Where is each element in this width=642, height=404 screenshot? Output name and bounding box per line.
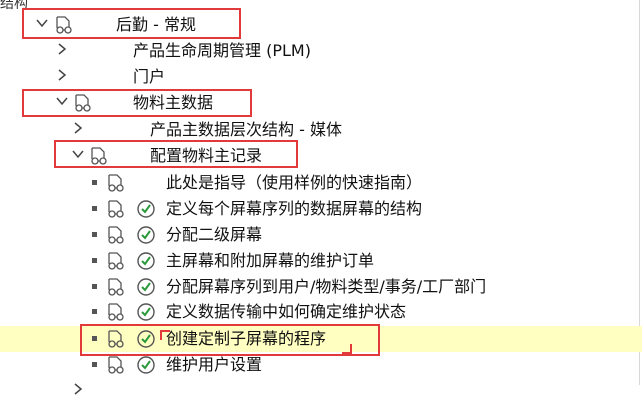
- bullet-icon: [92, 284, 97, 289]
- bullet-icon: [92, 258, 97, 263]
- chevron-right-icon[interactable]: [56, 43, 68, 57]
- chevron-right-icon[interactable]: [72, 383, 84, 397]
- execute-check-icon[interactable]: [136, 199, 156, 219]
- selection-corner-mark: [160, 330, 170, 340]
- tree-node-label: 门户: [133, 67, 166, 86]
- execute-check-icon[interactable]: [136, 277, 156, 297]
- bullet-icon: [92, 232, 97, 237]
- tree-node-label: 维护用户设置: [166, 355, 263, 374]
- document-glasses-icon: [108, 252, 124, 270]
- tree-leaf-assign-secondary-screen[interactable]: 分配二级屏幕: [0, 222, 642, 248]
- document-glasses-icon: [108, 226, 124, 244]
- document-glasses-icon: [108, 303, 124, 321]
- bullet-icon: [92, 309, 97, 314]
- document-glasses-icon: [108, 356, 124, 374]
- document-glasses-icon: [108, 200, 124, 218]
- tree-leaf-maintain-screen-order[interactable]: 主屏幕和附加屏幕的维护订单: [0, 248, 642, 274]
- tree-node-label: 定义数据传输中如何确定维护状态: [166, 302, 407, 321]
- execute-check-icon[interactable]: [136, 355, 156, 375]
- selection-corner-mark: [342, 344, 352, 354]
- tree-node-label: 分配二级屏幕: [166, 225, 263, 244]
- execute-check-icon[interactable]: [136, 225, 156, 245]
- annotation-box: [22, 89, 252, 117]
- document-glasses-icon: [108, 278, 124, 296]
- bullet-icon: [92, 206, 97, 211]
- annotation-box: [54, 140, 298, 168]
- panel-header: 结构: [0, 0, 28, 12]
- bullet-icon: [92, 362, 97, 367]
- tree-leaf-guide[interactable]: 此处是指导（使用样例的快速指南）: [0, 170, 642, 196]
- tree-node-label: 定义每个屏幕序列的数据屏幕的结构: [166, 199, 423, 218]
- document-glasses-icon: [108, 174, 124, 192]
- bullet-icon: [92, 180, 97, 185]
- tree-node-label: 产品主数据层次结构 - 媒体: [150, 120, 342, 139]
- execute-check-icon[interactable]: [136, 251, 156, 271]
- tree-node-plm[interactable]: 产品生命周期管理 (PLM): [0, 38, 642, 64]
- tree-node-label: 主屏幕和附加屏幕的维护订单: [166, 251, 375, 270]
- chevron-right-icon[interactable]: [56, 69, 68, 83]
- tree-node-partial[interactable]: [0, 378, 642, 404]
- annotation-box: [22, 8, 241, 39]
- annotation-box: [80, 324, 380, 356]
- tree-node-label: 此处是指导（使用样例的快速指南）: [166, 173, 423, 192]
- tree-leaf-assign-screen-sequence[interactable]: 分配屏幕序列到用户/物料类型/事务/工厂部门: [0, 274, 642, 300]
- tree-leaf-define-screen-structure[interactable]: 定义每个屏幕序列的数据屏幕的结构: [0, 196, 642, 222]
- tree-node-portal[interactable]: 门户: [0, 64, 642, 90]
- tree-leaf-define-maintenance-status[interactable]: 定义数据传输中如何确定维护状态: [0, 299, 642, 325]
- execute-check-icon[interactable]: [136, 302, 156, 322]
- tree-node-label: 产品生命周期管理 (PLM): [133, 41, 311, 60]
- chevron-right-icon[interactable]: [72, 122, 84, 136]
- tree-node-label: 分配屏幕序列到用户/物料类型/事务/工厂部门: [166, 277, 487, 296]
